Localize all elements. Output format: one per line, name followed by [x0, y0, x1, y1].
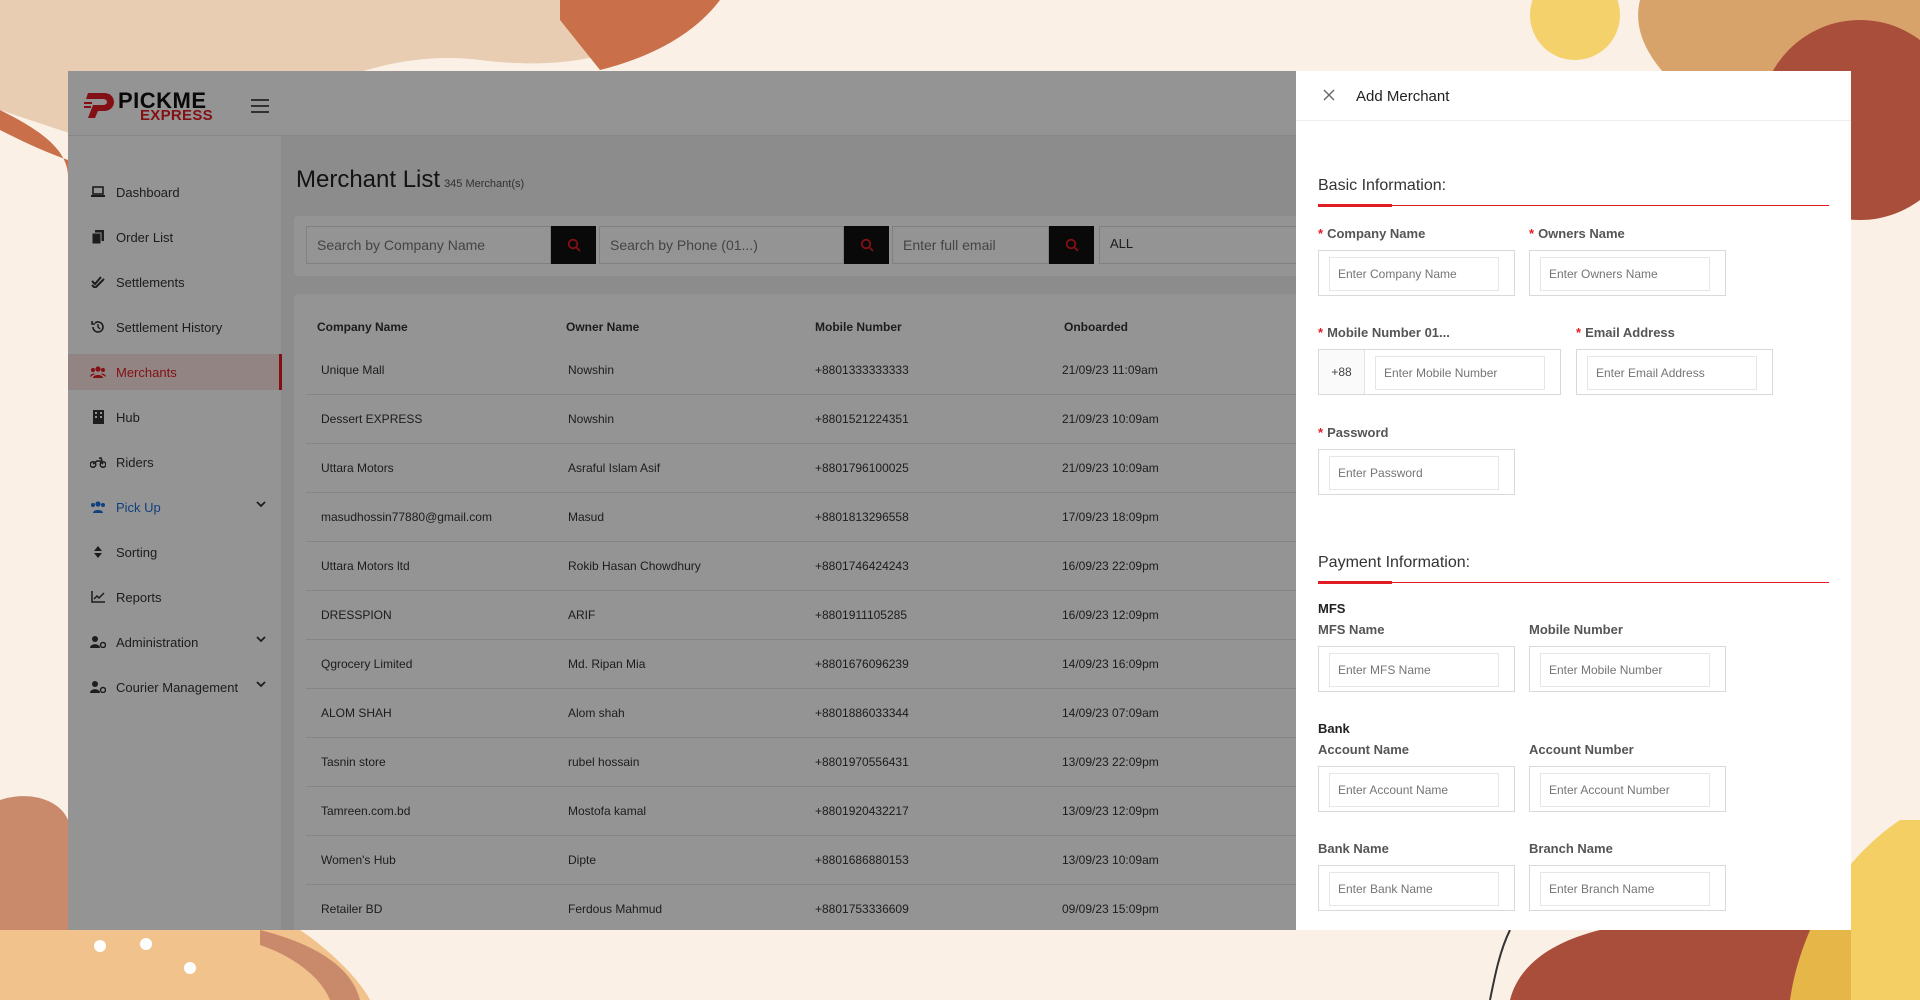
country-code-prefix: +88 [1319, 350, 1365, 394]
account-name-label: Account Name [1318, 742, 1410, 757]
account-name-input[interactable] [1329, 773, 1499, 807]
mobile-number-field[interactable]: +88 [1318, 349, 1561, 395]
mfs-name-input[interactable] [1329, 653, 1499, 687]
company-name-label: * Company Name [1318, 226, 1426, 241]
bank-name-field[interactable] [1318, 865, 1515, 911]
branch-name-input[interactable] [1540, 872, 1710, 906]
section-divider [1318, 581, 1829, 584]
drawer-title: Add Merchant [1356, 88, 1450, 105]
mfs-mobile-label: Mobile Number [1529, 622, 1623, 637]
mobile-number-input[interactable] [1375, 356, 1545, 390]
password-label: * Password [1318, 425, 1389, 440]
mfs-name-label: MFS Name [1318, 622, 1385, 637]
company-name-field[interactable] [1318, 250, 1515, 296]
bank-name-input[interactable] [1329, 872, 1499, 906]
email-address-label: * Email Address [1576, 325, 1675, 340]
bank-name-label: Bank Name [1318, 841, 1389, 856]
app-window: PICKME EXPRESS Dashboard Order List Sett… [68, 71, 1851, 930]
owners-name-field[interactable] [1529, 250, 1726, 296]
email-address-input[interactable] [1587, 356, 1757, 390]
account-name-field[interactable] [1318, 766, 1515, 812]
payment-info-title: Payment Information: [1318, 554, 1471, 571]
mfs-heading: MFS [1318, 601, 1346, 616]
drawer-header: Add Merchant [1296, 71, 1851, 121]
owners-name-label: * Owners Name [1529, 226, 1625, 241]
branch-name-label: Branch Name [1529, 841, 1613, 856]
mfs-mobile-field[interactable] [1529, 646, 1726, 692]
mfs-name-field[interactable] [1318, 646, 1515, 692]
password-input[interactable] [1329, 456, 1499, 490]
account-number-input[interactable] [1540, 773, 1710, 807]
mfs-mobile-input[interactable] [1540, 653, 1710, 687]
bank-heading: Bank [1318, 721, 1350, 736]
close-icon[interactable] [1322, 88, 1336, 102]
section-divider [1318, 204, 1829, 207]
basic-info-title: Basic Information: [1318, 177, 1447, 194]
password-field[interactable] [1318, 449, 1515, 495]
add-merchant-drawer: Add Merchant Basic Information: * Company… [1296, 71, 1851, 930]
account-number-field[interactable] [1529, 766, 1726, 812]
owners-name-input[interactable] [1540, 257, 1710, 291]
email-address-field[interactable] [1576, 349, 1773, 395]
company-name-input[interactable] [1329, 257, 1499, 291]
mobile-number-label: * Mobile Number 01... [1318, 325, 1450, 340]
branch-name-field[interactable] [1529, 865, 1726, 911]
account-number-label: Account Number [1529, 742, 1634, 757]
